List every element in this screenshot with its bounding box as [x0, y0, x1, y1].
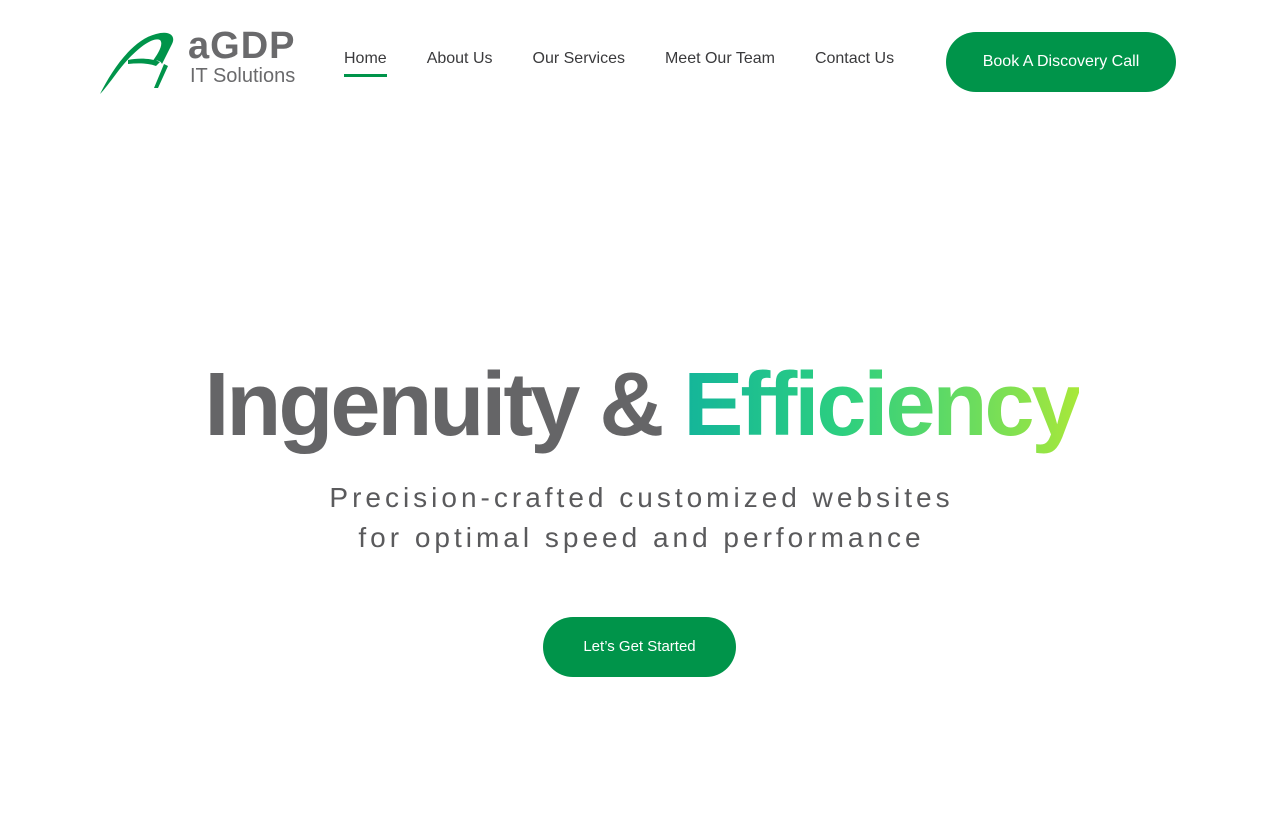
hero-subtitle: Precision-crafted customized websites fo… — [0, 478, 1283, 558]
hero-subtitle-line-1: Precision-crafted customized websites — [329, 482, 954, 513]
main-nav: Home About Us Our Services Meet Our Team… — [344, 48, 894, 77]
book-discovery-call-button[interactable]: Book A Discovery Call — [946, 32, 1176, 92]
swoosh-a-logo-icon — [100, 32, 174, 94]
nav-item-about-us[interactable]: About Us — [427, 48, 493, 70]
site-logo[interactable]: aGDP IT Solutions — [98, 25, 308, 96]
hero-title-part-1: Ingenuity & — [204, 355, 684, 455]
hero-title-part-2: Efficiency — [683, 355, 1081, 455]
nav-item-home[interactable]: Home — [344, 48, 387, 77]
hero-subtitle-line-2: for optimal speed and performance — [358, 522, 925, 553]
site-header: aGDP IT Solutions Home About Us Our Serv… — [0, 0, 1283, 120]
nav-item-contact-us[interactable]: Contact Us — [815, 48, 894, 70]
hero-title: Ingenuity & Efficiency — [0, 350, 1283, 460]
brand-name: aGDP — [188, 25, 296, 67]
page: aGDP IT Solutions Home About Us Our Serv… — [0, 0, 1283, 830]
brand-tagline: IT Solutions — [190, 65, 296, 87]
get-started-button[interactable]: Let’s Get Started — [543, 617, 736, 677]
nav-item-our-services[interactable]: Our Services — [533, 48, 625, 70]
nav-item-meet-our-team[interactable]: Meet Our Team — [665, 48, 775, 70]
